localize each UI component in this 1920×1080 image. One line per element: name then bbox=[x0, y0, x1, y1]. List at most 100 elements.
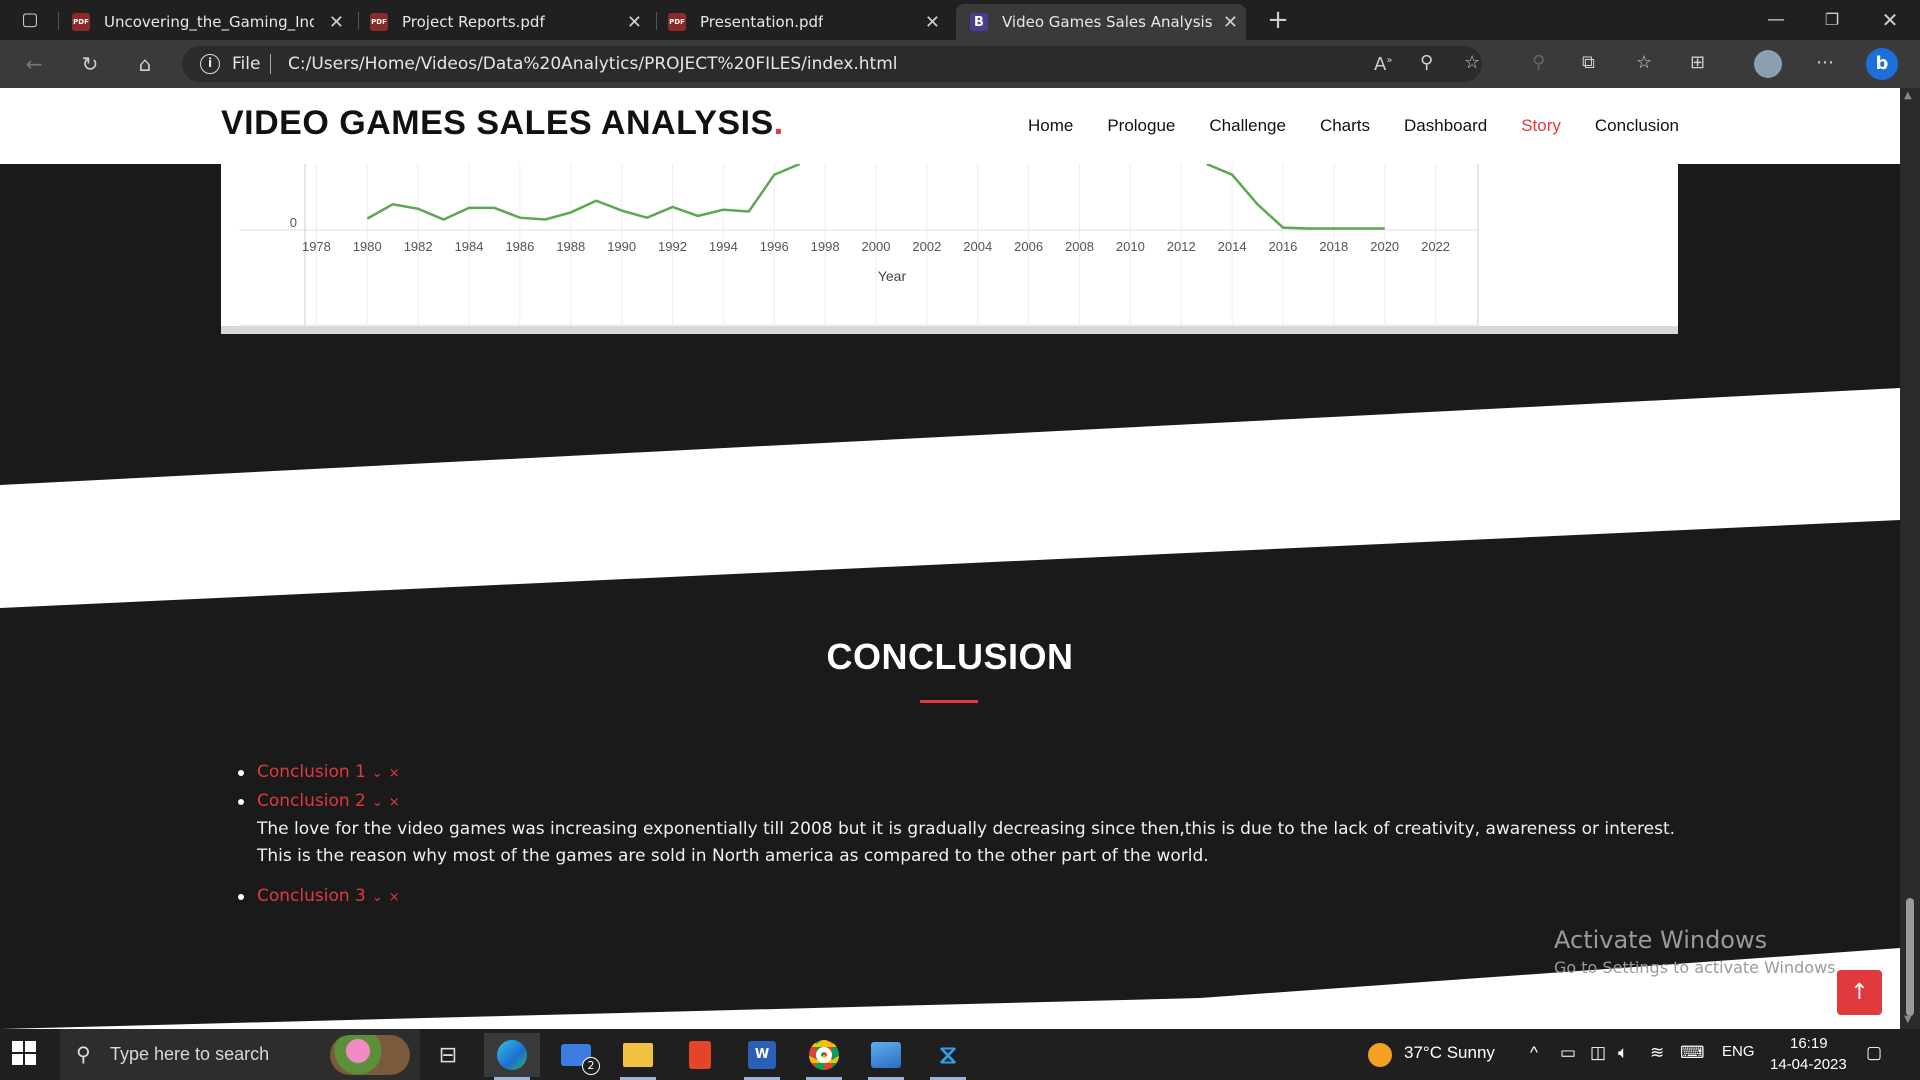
collections-icon[interactable]: ⊞ bbox=[1690, 52, 1705, 73]
window-close-icon[interactable]: ✕ bbox=[1876, 6, 1904, 34]
page-scrollbar[interactable]: ▲ ▼ bbox=[1900, 88, 1920, 1029]
x-tick-label: 1978 bbox=[302, 239, 331, 254]
close-icon[interactable]: ✕ bbox=[925, 12, 940, 33]
nav-conclusion[interactable]: Conclusion bbox=[1595, 116, 1679, 136]
mail-taskbar-button[interactable]: 2 bbox=[548, 1033, 604, 1077]
conclusion-2-line-1: The love for the video games was increas… bbox=[257, 819, 1676, 839]
tab-video-games[interactable]: B Video Games Sales Analysis ✕ bbox=[956, 4, 1246, 40]
tab-actions-icon[interactable]: ▢ bbox=[16, 6, 44, 34]
x-tick-label: 1984 bbox=[455, 239, 484, 254]
bing-icon[interactable]: b bbox=[1866, 48, 1898, 80]
section-divider-band bbox=[0, 388, 1900, 608]
taskbar-search-box[interactable]: ⚲ Type here to search bbox=[60, 1029, 420, 1080]
zoom-icon[interactable]: ⚲ bbox=[1420, 52, 1433, 73]
windows-start-icon[interactable] bbox=[12, 1041, 36, 1065]
new-tab-icon[interactable]: + bbox=[1264, 6, 1292, 34]
scroll-down-icon[interactable]: ▼ bbox=[1904, 1014, 1912, 1025]
profile-avatar[interactable] bbox=[1754, 50, 1782, 78]
arrow-up-icon: ↑ bbox=[1850, 980, 1869, 1005]
conclusion-2-toggle[interactable]: Conclusion 2 bbox=[257, 791, 366, 811]
clock-date[interactable]: 14-04-2023 bbox=[1770, 1056, 1847, 1073]
nav-prologue[interactable]: Prologue bbox=[1107, 116, 1175, 136]
vscode-taskbar-button[interactable]: ⧖ bbox=[920, 1033, 976, 1080]
wifi-icon[interactable]: ≋ bbox=[1650, 1043, 1664, 1063]
home-icon[interactable]: ⌂ bbox=[131, 50, 159, 78]
chevron-down-icon[interactable]: ⌄ bbox=[372, 766, 383, 781]
more-icon[interactable]: ⋯ bbox=[1816, 52, 1834, 73]
site-title[interactable]: VIDEO GAMES SALES ANALYSIS. bbox=[221, 104, 784, 143]
meet-now-icon[interactable]: ◫ bbox=[1590, 1043, 1606, 1063]
scroll-up-icon[interactable]: ▲ bbox=[1904, 90, 1912, 101]
url-text[interactable]: C:/Users/Home/Videos/Data%20Analytics/PR… bbox=[288, 54, 898, 74]
weather-sun-icon[interactable] bbox=[1368, 1043, 1392, 1067]
tab-project-reports[interactable]: PDF Project Reports.pdf ✕ bbox=[370, 4, 650, 40]
tab-presentation[interactable]: PDF Presentation.pdf ✕ bbox=[668, 4, 948, 40]
clock-time[interactable]: 16:19 bbox=[1790, 1035, 1828, 1052]
nav-home[interactable]: Home bbox=[1028, 116, 1073, 136]
x-tick-label: 2012 bbox=[1167, 239, 1196, 254]
chevron-down-icon[interactable]: ⌄ bbox=[372, 890, 383, 905]
x-tick-label: 1988 bbox=[556, 239, 585, 254]
search-highlight-image bbox=[330, 1035, 410, 1075]
chart-svg: 0 1978 1980 1982 1984 1986 1988 1990 1992 1994 19… bbox=[239, 164, 1479, 332]
site-header: VIDEO GAMES SALES ANALYSIS. Home Prologu… bbox=[0, 88, 1900, 164]
word-icon: W bbox=[748, 1041, 776, 1069]
close-icon[interactable]: ✕ bbox=[627, 12, 642, 33]
close-icon[interactable]: ✕ bbox=[329, 12, 344, 33]
list-item: Conclusion 2 ⌄ × The love for the video ga… bbox=[236, 791, 1676, 870]
word-taskbar-button[interactable]: W bbox=[734, 1033, 790, 1080]
tab-uncovering[interactable]: PDF Uncovering_the_Gaming_Industr ✕ bbox=[72, 4, 352, 40]
volume-icon[interactable]: 🔈︎ bbox=[1618, 1043, 1628, 1063]
url-field[interactable]: i File C:/Users/Home/Videos/Data%20Analy… bbox=[182, 46, 1482, 82]
browser-tab-bar: ▢ PDF Uncovering_the_Gaming_Industr ✕ PD… bbox=[0, 0, 1920, 40]
chrome-taskbar-button[interactable] bbox=[796, 1033, 852, 1080]
nav-dashboard[interactable]: Dashboard bbox=[1404, 116, 1487, 136]
keyboard-icon[interactable]: ⌨ bbox=[1680, 1043, 1705, 1063]
heading-underline bbox=[920, 700, 978, 703]
weather-text[interactable]: 37°C Sunny bbox=[1404, 1043, 1495, 1063]
close-icon[interactable]: ✕ bbox=[1223, 12, 1238, 33]
refresh-icon[interactable]: ↻ bbox=[76, 50, 104, 78]
restore-icon[interactable]: ❐ bbox=[1818, 6, 1846, 34]
nav-charts[interactable]: Charts bbox=[1320, 116, 1370, 136]
minimize-icon[interactable]: — bbox=[1762, 6, 1790, 34]
nav-story[interactable]: Story bbox=[1521, 116, 1561, 136]
favorites-icon[interactable]: ☆ bbox=[1636, 52, 1652, 73]
notifications-icon[interactable]: ▢ bbox=[1866, 1043, 1882, 1063]
conclusion-heading: CONCLUSION bbox=[826, 636, 1074, 677]
add-favorite-icon[interactable]: ☆ bbox=[1464, 52, 1480, 73]
scrollbar-thumb[interactable] bbox=[1906, 898, 1914, 1016]
tab-separator bbox=[358, 12, 359, 30]
battery-icon[interactable]: ▭ bbox=[1560, 1043, 1576, 1063]
language-indicator[interactable]: ENG bbox=[1722, 1043, 1755, 1060]
read-aloud-icon[interactable]: A» bbox=[1374, 54, 1392, 75]
sales-line-chart: 0 1978 1980 1982 1984 1986 1988 1990 1992 1994 19… bbox=[221, 164, 1678, 332]
tab-separator bbox=[58, 12, 59, 30]
photos-icon bbox=[871, 1042, 901, 1068]
file-explorer-button[interactable] bbox=[610, 1033, 666, 1080]
close-icon[interactable]: × bbox=[389, 766, 400, 781]
close-icon[interactable]: × bbox=[389, 795, 400, 810]
edge-taskbar-button[interactable] bbox=[484, 1033, 540, 1080]
back-icon[interactable]: ← bbox=[20, 50, 48, 78]
photos-taskbar-button[interactable] bbox=[858, 1033, 914, 1080]
close-icon[interactable]: × bbox=[389, 890, 400, 905]
back-to-top-button[interactable]: ↑ bbox=[1837, 970, 1882, 1015]
office-taskbar-button[interactable] bbox=[672, 1033, 728, 1077]
x-tick-label: 2004 bbox=[963, 239, 992, 254]
x-tick-label: 1996 bbox=[760, 239, 789, 254]
conclusion-3-toggle[interactable]: Conclusion 3 bbox=[257, 886, 366, 906]
task-view-icon[interactable]: ⊟ bbox=[420, 1033, 476, 1077]
chevron-down-icon[interactable]: ⌄ bbox=[372, 795, 383, 810]
x-tick-label: 2008 bbox=[1065, 239, 1094, 254]
x-tick-label: 2018 bbox=[1319, 239, 1348, 254]
x-tick-label: 2002 bbox=[912, 239, 941, 254]
conclusion-1-toggle[interactable]: Conclusion 1 bbox=[257, 762, 366, 782]
tab-title: Project Reports.pdf bbox=[402, 13, 545, 31]
extensions-icon[interactable]: ⧉ bbox=[1582, 52, 1595, 73]
nav-challenge[interactable]: Challenge bbox=[1209, 116, 1286, 136]
activate-windows-watermark: Activate Windows Go to Settings to activ… bbox=[1554, 926, 1841, 977]
tray-chevron-up-icon[interactable]: ^ bbox=[1530, 1043, 1538, 1063]
info-icon[interactable]: i bbox=[200, 54, 220, 74]
pdf-icon: PDF bbox=[668, 13, 686, 31]
